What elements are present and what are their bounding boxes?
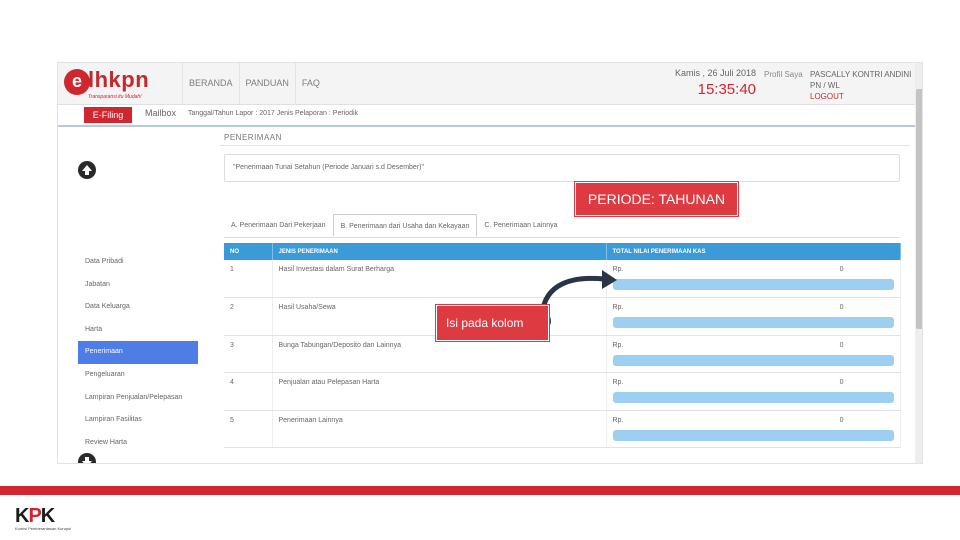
- sidebar-item-data-keluarga[interactable]: Data Keluarga: [78, 296, 198, 319]
- row-amount-cell: Rp. 0: [606, 260, 901, 298]
- logo-wordmark: lhkpn: [88, 67, 150, 92]
- logo-tagline: Transparansi itu Mudah!: [88, 94, 142, 100]
- row-amount-cell: Rp. 0: [606, 297, 901, 336]
- main-menu: BERANDA PANDUAN FAQ: [182, 63, 326, 105]
- row-jenis: Penerimaan Lainnya: [272, 410, 607, 448]
- efiling-button[interactable]: E-Filing: [84, 107, 132, 123]
- sidebar-item-data-pribadi[interactable]: Data Pribadi: [78, 251, 198, 274]
- row-amount-cell: Rp. 0: [606, 335, 901, 373]
- sidebar-item-harta[interactable]: Harta: [78, 319, 198, 342]
- sidebar-item-review-harta[interactable]: Review Harta: [78, 432, 198, 455]
- row-no: 5: [224, 410, 273, 448]
- penerimaan-tabs: A. Penerimaan Dari Pekerjaan B. Penerima…: [224, 214, 900, 238]
- period-note: "Penerimaan Tunai Setahun (Periode Janua…: [224, 154, 900, 182]
- row-amount-cell: Rp. 0: [606, 410, 901, 448]
- isi-kolom-callout: Isi pada kolom: [435, 304, 550, 342]
- section-title: PENERIMAAN: [224, 133, 282, 142]
- amount-value: 0: [839, 379, 844, 386]
- table-row: 4 Penjualan atau Pelepasan Harta Rp. 0: [224, 372, 901, 411]
- amount-input[interactable]: [612, 392, 894, 403]
- sub-navigation: E-Filing Mailbox Tanggal/Tahun Lapor : 2…: [58, 105, 915, 127]
- current-date: Kamis , 26 Juli 2018: [674, 68, 756, 78]
- app-window: e lhkpn Transparansi itu Mudah! BERANDA …: [57, 62, 923, 464]
- currency-label: Rp.: [612, 416, 624, 424]
- kpk-logo: KPK Komisi Pemberantasan Korupsi: [15, 506, 105, 534]
- window-scrollbar[interactable]: [915, 63, 922, 463]
- kpk-letter-k: K: [15, 505, 29, 527]
- col-header-total: TOTAL NILAI PENERIMAAN KAS: [606, 243, 901, 260]
- footer-red-bar: [0, 486, 960, 495]
- kpk-letter-k2: K: [40, 505, 55, 527]
- amount-value: 0: [839, 266, 844, 273]
- tab-penerimaan-usaha-kekayaan[interactable]: B. Penerimaan dari Usaha dan Kekayaan: [332, 214, 478, 237]
- row-no: 2: [224, 297, 273, 336]
- user-info: PASCALLY KONTRI ANDINI PN / WL LOGOUT: [810, 69, 911, 102]
- elhkpn-logo[interactable]: e lhkpn Transparansi itu Mudah!: [64, 67, 176, 103]
- datetime-block: Kamis , 26 Juli 2018 15:35:40: [670, 68, 756, 98]
- menu-panduan[interactable]: PANDUAN: [238, 63, 295, 105]
- logout-link[interactable]: LOGOUT: [810, 91, 911, 102]
- amount-input[interactable]: [612, 429, 894, 441]
- user-role: PN / WL: [810, 81, 840, 90]
- tab-penerimaan-pekerjaan[interactable]: A. Penerimaan Dari Pekerjaan: [224, 214, 333, 237]
- current-time: 15:35:40: [697, 81, 756, 98]
- scrollbar-thumb[interactable]: [916, 89, 922, 329]
- tab-penerimaan-lainnya[interactable]: C. Penerimaan Lainnya: [477, 214, 564, 237]
- arrow-up-icon[interactable]: [78, 161, 96, 179]
- currency-label: Rp.: [612, 379, 624, 386]
- amount-input[interactable]: [612, 354, 894, 366]
- table-row: 5 Penerimaan Lainnya Rp. 0: [224, 410, 901, 448]
- sidebar-nav: Data Pribadi Jabatan Data Keluarga Harta…: [78, 251, 198, 454]
- sidebar-item-lampiran-fasilitas[interactable]: Lampiran Fasilitas: [78, 409, 198, 432]
- amount-input[interactable]: [612, 317, 894, 328]
- report-info: Tanggal/Tahun Lapor : 2017 Jenis Pelapor…: [188, 110, 359, 117]
- user-name: PASCALLY KONTRI ANDINI: [810, 70, 912, 79]
- logo-e-badge: e: [64, 69, 90, 95]
- sidebar-item-penerimaan[interactable]: Penerimaan: [78, 341, 198, 364]
- profile-link[interactable]: Profil Saya: [764, 70, 803, 79]
- title-divider: [220, 145, 910, 146]
- kpk-subtitle: Komisi Pemberantasan Korupsi: [15, 526, 72, 531]
- amount-value: 0: [839, 416, 844, 424]
- sidebar-item-jabatan[interactable]: Jabatan: [78, 274, 198, 297]
- sidebar-item-pengeluaran[interactable]: Pengeluaran: [78, 364, 198, 387]
- sidebar: Data Pribadi Jabatan Data Keluarga Harta…: [58, 131, 218, 463]
- menu-faq[interactable]: FAQ: [294, 63, 326, 105]
- menu-beranda[interactable]: BERANDA: [182, 63, 239, 105]
- periode-callout: PERIODE: TAHUNAN: [574, 181, 739, 217]
- row-amount-cell: Rp. 0: [606, 372, 901, 411]
- amount-value: 0: [839, 341, 844, 349]
- row-no: 3: [224, 335, 273, 373]
- col-header-no: NO: [224, 243, 273, 260]
- kpk-letter-p: P: [28, 505, 41, 527]
- mailbox-link[interactable]: Mailbox: [145, 108, 176, 118]
- amount-input[interactable]: [612, 279, 894, 290]
- top-bar: e lhkpn Transparansi itu Mudah! BERANDA …: [58, 63, 922, 463]
- row-jenis: Penjualan atau Pelepasan Harta: [272, 372, 607, 411]
- sidebar-item-lampiran-penjualan[interactable]: Lampiran Penjualan/Pelepasan: [78, 387, 198, 410]
- row-no: 4: [224, 372, 273, 411]
- slide: e lhkpn Transparansi itu Mudah! BERANDA …: [0, 0, 960, 540]
- row-no: 1: [224, 260, 273, 298]
- arrow-down-icon[interactable]: [78, 453, 96, 463]
- amount-value: 0: [839, 304, 844, 311]
